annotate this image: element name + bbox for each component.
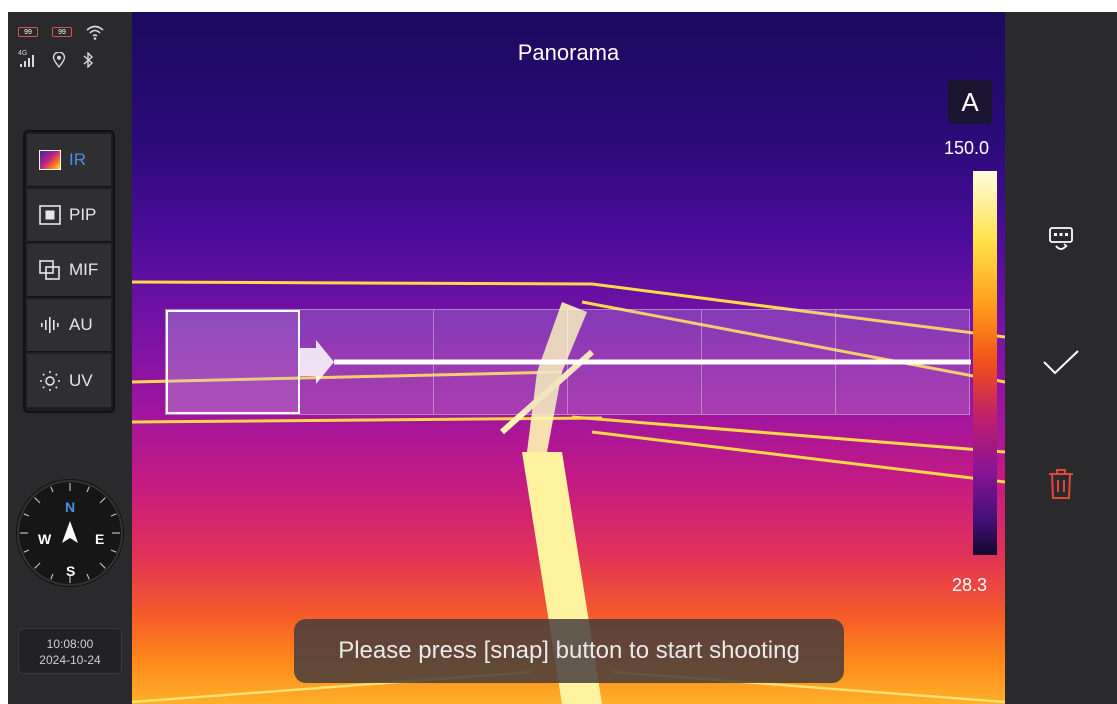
left-panel: 99 99 4G IR PIP MIF AU UV N S W E 10:08:… xyxy=(8,12,132,704)
mode-pip-button[interactable]: PIP xyxy=(27,189,111,242)
instruction-toast: Please press [snap] button to start shoo… xyxy=(294,619,844,683)
battery-icon-2: 99 xyxy=(52,27,72,37)
mif-icon xyxy=(39,259,61,281)
mode-au-label: AU xyxy=(69,315,93,334)
compass-west-label: W xyxy=(38,531,52,547)
switch-camera-icon xyxy=(1049,227,1073,250)
uv-sun-icon xyxy=(39,370,61,392)
clock-time: 10:08:00 xyxy=(46,637,94,651)
status-row-top: 99 99 xyxy=(18,24,104,40)
audio-wave-icon xyxy=(39,314,61,336)
check-icon xyxy=(1043,350,1079,375)
confirm-button[interactable] xyxy=(1037,338,1085,386)
pano-direction-arrow-icon xyxy=(300,340,971,384)
mode-pip-label: PIP xyxy=(69,205,97,224)
temperature-color-bar xyxy=(973,171,997,555)
wifi-icon xyxy=(86,25,104,40)
compass: N S W E xyxy=(16,479,124,587)
imaging-mode-group: IR PIP MIF AU UV xyxy=(23,130,115,413)
mode-mif-label: MIF xyxy=(69,260,99,279)
compass-south-label: S xyxy=(66,563,76,579)
pip-icon xyxy=(39,204,61,226)
compass-east-label: E xyxy=(95,531,105,547)
device-screen: 99 99 4G IR PIP MIF AU UV N S W E 10:08:… xyxy=(8,12,1117,704)
bluetooth-icon xyxy=(83,52,94,68)
scale-max-temp: 150.0 xyxy=(944,138,990,158)
status-row-bottom: 4G xyxy=(18,50,94,68)
auto-range-label: A xyxy=(961,86,979,117)
location-icon xyxy=(52,52,66,68)
clock-date: 2024-10-24 xyxy=(39,653,101,667)
mode-uv-label: UV xyxy=(69,370,93,390)
panorama-frame-strip xyxy=(165,309,971,415)
mode-au-button[interactable]: AU xyxy=(27,299,111,352)
switch-camera-button[interactable] xyxy=(1037,216,1085,264)
right-panel xyxy=(1005,12,1117,704)
trash-icon xyxy=(1049,469,1073,499)
cell-signal-icon: 4G xyxy=(18,50,36,68)
datetime-display: 10:08:00 2024-10-24 xyxy=(18,628,122,674)
mode-ir-label: IR xyxy=(69,150,86,169)
auto-range-button[interactable]: A xyxy=(948,80,992,124)
delete-button[interactable] xyxy=(1037,460,1085,508)
mode-mif-button[interactable]: MIF xyxy=(27,244,111,297)
ir-icon xyxy=(39,149,61,171)
scale-min-temp: 28.3 xyxy=(952,575,988,595)
mode-ir-button[interactable]: IR xyxy=(27,134,111,187)
mode-uv-button[interactable]: UV xyxy=(27,354,111,407)
battery-icon-1: 99 xyxy=(18,27,38,37)
compass-north-label: N xyxy=(65,499,76,515)
page-title: Panorama xyxy=(517,40,620,65)
thermal-viewport[interactable]: Panorama A 150.0 28.3 Please press [snap… xyxy=(132,12,1005,704)
